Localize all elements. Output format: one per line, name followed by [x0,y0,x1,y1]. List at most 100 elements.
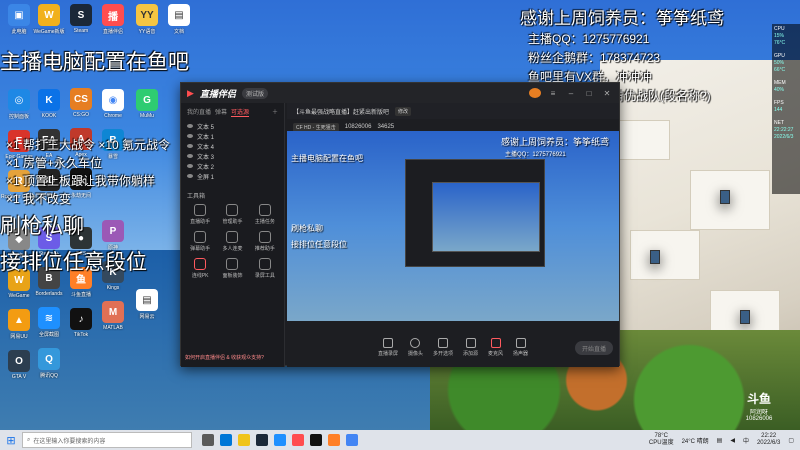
screen-record-button[interactable]: 直播录屏 [378,337,398,357]
app-icon: W [38,4,60,26]
cpu-temp-widget[interactable]: 78°C CPU温度 [649,433,674,447]
pc-icon: ▣ [8,4,30,26]
volume-icon[interactable]: ◀ [730,437,735,444]
stream-preview[interactable]: 感谢上周饲养员：筝筝纸鸢 主播QQ：1275776921 主播电脑配置在鱼吧 刷… [287,131,619,321]
desktop-icon[interactable]: K KOOK [34,89,64,119]
desktop-icon[interactable]: M MATLAB [98,301,128,331]
tool-item[interactable]: 主播任务 [250,204,280,225]
app-logo-icon: ▶ [187,87,194,98]
eye-icon[interactable] [187,154,193,158]
desktop-icon[interactable]: ▤ 网易云 [132,289,162,320]
desktop-icon[interactable]: ◉ Chrome [98,89,128,119]
search-icon: ⌕ [27,436,31,443]
desktop-icon[interactable]: ♪ TikTok [66,308,96,338]
desktop-icon[interactable]: ≋ 全屏截图 [34,307,64,338]
app-titlebar[interactable]: ▶ 直播伴侣 测试版 ≡ – □ ✕ [181,83,619,103]
douyu-logo: 斗鱼 [746,392,771,406]
desktop-icon[interactable]: ▣ 此电脑 [4,4,34,35]
edge-icon[interactable] [220,434,232,446]
play-icon [465,337,476,348]
desktop-icon[interactable]: CS CS:GO [66,88,96,118]
speaker-button[interactable]: 扬声器 [513,337,528,357]
task-view-icon[interactable] [202,434,214,446]
clock[interactable]: 22:22 2022/6/3 [757,433,780,447]
tab-my-stream[interactable]: 我的直播 [187,107,211,117]
source-item[interactable]: 文本 5 [181,121,284,131]
tool-item[interactable]: 面板装饰 [217,258,247,279]
desktop-icon[interactable]: S Steam [66,4,96,34]
desktop-icon[interactable]: 播直播伴侣 [98,4,128,35]
network-icon[interactable]: ▤ [717,437,723,444]
source-item[interactable]: 文本 2 [181,161,284,171]
tool-icon [194,258,207,270]
folder-icon[interactable] [238,434,250,446]
tool-item[interactable]: 多人连麦 [217,231,247,252]
desktop-icon[interactable]: Q 腾讯QQ [34,348,64,379]
windows-start-icon[interactable]: ⊞ [0,434,22,447]
nested-preview [432,182,540,252]
maximize-icon[interactable]: □ [583,89,595,98]
chrome-icon[interactable] [346,434,358,446]
tool-item[interactable]: 管理助手 [217,204,247,225]
desktop-icon[interactable]: W WeGame新版 [33,4,65,35]
tool-icon [258,258,271,270]
tiktok-icon[interactable] [310,434,322,446]
tool-icon [258,231,271,243]
tool-item[interactable]: 直播助手 [185,204,215,225]
tool-item[interactable]: 连线PK [185,258,215,279]
minimize-icon[interactable]: – [565,89,577,98]
add-source-icon[interactable]: ＋ [272,107,278,117]
tool-item[interactable]: 录屏工具 [250,258,280,279]
eye-icon[interactable] [187,144,193,148]
avatar[interactable] [529,88,541,98]
app-icon[interactable] [274,434,286,446]
desktop-icon[interactable]: ▤ 文档 [164,4,194,35]
desktop-icon[interactable]: ◎ 控制面板 [4,89,34,120]
speaker-icon [515,337,526,348]
eye-icon[interactable] [187,164,193,168]
desktop-icon[interactable]: ▲ 网易UU [4,309,34,340]
eye-icon[interactable] [187,134,193,138]
tab-danmaku[interactable]: 弹幕 [215,107,227,117]
watermark-name: 阿润呀 [749,410,768,416]
weather[interactable]: 24°C 晴朗 [682,436,709,445]
document-icon: ▤ [168,4,190,26]
desktop-icon[interactable]: YY YY语音 [132,4,162,35]
microphone-button[interactable]: 麦克风 [488,337,503,357]
edit-title-button[interactable]: 修改 [395,106,412,116]
tool-icon [194,204,207,216]
window-icon [437,337,448,348]
tool-item[interactable]: 推荐助手 [250,231,280,252]
go-live-button[interactable]: 开始直播 [575,341,613,355]
eye-icon[interactable] [187,124,193,128]
tab-sources[interactable]: 可选源 [231,107,250,117]
douyu-icon[interactable] [328,434,340,446]
tool-icon [226,231,239,243]
desktop-icon[interactable]: O GTA V [4,350,34,380]
desktop-icon[interactable]: G MuMu [132,89,162,119]
streaming-app-icon[interactable] [292,434,304,446]
app-icon: ▲ [8,309,30,331]
help-tip-link[interactable]: 如何开启直播伴侣 & 收获观众支持? [185,354,264,361]
watermark-room-id: 10826006 [745,416,773,422]
source-item[interactable]: 文本 4 [181,141,284,151]
menu-icon[interactable]: ≡ [547,89,559,98]
language-indicator[interactable]: 中 [743,436,749,445]
taskbar-search[interactable]: ⌕ 在这里输入你要搜索的内容 [22,432,192,448]
source-item[interactable]: 文本 1 [181,131,284,141]
multi-open-button[interactable]: 多开选项 [433,337,453,357]
streaming-app-window: ▶ 直播伴侣 测试版 ≡ – □ ✕ 我的直播 弹幕 可选源 ＋ 文本 5 文本… [180,82,620,367]
app-icon: G [136,89,158,111]
tool-item[interactable]: 弹幕助手 [185,231,215,252]
app-icon: K [38,89,60,111]
source-item[interactable]: 文本 3 [181,151,284,161]
chrome-icon: ◉ [102,89,124,111]
control-panel-icon: ◎ [8,89,30,111]
steam-icon[interactable] [256,434,268,446]
add-source-button[interactable]: 添加源 [463,337,478,357]
camera-button[interactable]: 摄像头 [408,337,423,357]
source-item[interactable]: 全屏 1 [181,171,284,181]
eye-icon[interactable] [187,174,193,178]
close-icon[interactable]: ✕ [601,89,613,98]
notification-icon[interactable]: ▢ [788,437,794,444]
